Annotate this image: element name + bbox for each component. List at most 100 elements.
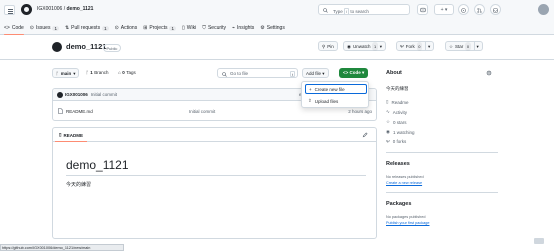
menu-item-create-new-file[interactable]: + Create new file [305, 84, 367, 94]
chevron-down-icon: ▾ [444, 7, 448, 13]
chevron-down-icon: ▾ [362, 70, 365, 75]
tab-settings-label: Settings [266, 25, 285, 31]
fork-button[interactable]: Ψ Fork 0 ▾ [396, 41, 435, 51]
create-release-link[interactable]: Create a new release [386, 181, 422, 185]
file-date: 2 hours ago [348, 108, 372, 114]
tab-projects-label: Projects [149, 25, 168, 31]
book-icon: ▯ [386, 99, 389, 104]
breadcrumb-owner[interactable]: IGX001006 [37, 6, 62, 12]
tab-insights-label: Insights [237, 25, 255, 31]
header-divider [0, 59, 554, 60]
file-name[interactable]: README.md [66, 109, 93, 114]
issues-button[interactable] [458, 4, 469, 15]
pulse-icon: ∿ [386, 109, 390, 114]
sidebar-item-activity[interactable]: ∿ Activity [386, 109, 407, 115]
code-button[interactable]: <> Code ▾ [339, 68, 369, 78]
file-commit-message[interactable]: Initial commit [189, 109, 215, 114]
readme-box: ▯ README demo_1121 今天的練習 [52, 127, 377, 239]
branch-selector[interactable]: ᚴ main ▾ [52, 68, 80, 78]
branches-count: 1 [90, 70, 93, 75]
eye-icon: ◉ [347, 43, 351, 49]
readme-header: ▯ README [53, 128, 376, 143]
inbox-button[interactable] [490, 4, 501, 15]
tab-projects-count: 1 [169, 25, 176, 31]
readme-body: 今天的練習 [66, 182, 92, 188]
tab-wiki-label: Wiki [186, 25, 197, 31]
user-avatar[interactable] [538, 4, 549, 15]
chevron-down-icon: ▾ [379, 43, 382, 49]
visibility-badge: Public [103, 44, 121, 52]
code-button-label: Code [349, 70, 361, 75]
commit-author[interactable]: IGX001006 [65, 92, 88, 97]
tab-security-label: Security [207, 25, 227, 31]
repo-owner-avatar[interactable] [52, 42, 62, 52]
git-pull-request-icon [477, 7, 482, 13]
star-button[interactable]: ☆ Star 0 ▾ [445, 41, 483, 51]
pin-label: Pin [327, 43, 334, 49]
pin-button[interactable]: ⚲ Pin [318, 41, 338, 51]
readme-tab[interactable]: ▯ README [55, 132, 87, 143]
tab-insights[interactable]: ⌁ Insights [232, 22, 254, 34]
menu-item-label: Create new file [314, 86, 345, 92]
repo-description: 今天的練習 [386, 86, 409, 91]
branches-link[interactable]: ᚴ 1 Branch [86, 70, 108, 75]
feedback-icon[interactable] [534, 238, 544, 244]
book-icon: ▯ [181, 25, 185, 31]
search-input[interactable]: Type / to search [318, 4, 410, 15]
github-logo-icon[interactable] [21, 4, 32, 15]
menu-icon[interactable] [4, 5, 15, 15]
releases-title[interactable]: Releases [386, 161, 410, 167]
sidebar-item-watching[interactable]: ◉ 1 watching [386, 129, 414, 135]
publish-package-link[interactable]: Publish your first package [386, 221, 429, 225]
breadcrumb: IGX001006 / demo_1121 [37, 6, 93, 12]
search-icon [323, 7, 328, 13]
tab-settings[interactable]: ⚙ Settings [260, 22, 285, 34]
tab-projects[interactable]: ⊞ Projects 1 [143, 22, 176, 34]
tab-issues-label: Issues [36, 25, 51, 31]
breadcrumb-separator: / [63, 6, 66, 12]
sidebar-item-stars[interactable]: ☆ 0 stars [386, 119, 407, 125]
global-header: IGX001006 / demo_1121 Type / to search +… [0, 0, 554, 35]
search-icon [222, 71, 227, 77]
commit-message[interactable]: Initial commit [91, 92, 117, 97]
menu-item-upload-files[interactable]: ⇪ Upload files [305, 96, 367, 106]
packages-title[interactable]: Packages [386, 201, 411, 207]
unwatch-button[interactable]: ◉ Unwatch 1 ▾ [343, 41, 386, 51]
about-title: About [386, 70, 402, 76]
star-label: Star [455, 43, 464, 49]
repo-title[interactable]: demo_1121 [66, 42, 106, 51]
table-icon: ⊞ [143, 25, 148, 31]
plus-icon: + [440, 7, 444, 13]
upload-icon: ⇪ [308, 98, 312, 103]
sidebar-item-readme[interactable]: ▯ Readme [386, 99, 409, 105]
eye-icon: ◉ [386, 129, 390, 134]
tab-wiki[interactable]: ▯ Wiki [182, 22, 196, 34]
chevron-down-icon: ▾ [73, 70, 76, 76]
tab-code[interactable]: <> Code [4, 22, 24, 35]
star-icon: ☆ [386, 119, 391, 124]
inbox-icon [493, 7, 498, 13]
pencil-icon[interactable] [362, 132, 368, 138]
pull-requests-button[interactable] [474, 4, 485, 15]
packages-empty-text: No packages published [386, 215, 426, 219]
commit-author-avatar[interactable] [57, 91, 63, 98]
go-to-file-input[interactable]: Go to file t [217, 68, 298, 78]
create-new-button[interactable]: + ▾ [434, 4, 454, 15]
pin-icon: ⚲ [322, 43, 326, 49]
star-icon: ☆ [449, 43, 454, 49]
watch-count: 1 [372, 41, 378, 51]
git-pull-request-icon: ⇅ [64, 25, 70, 31]
breadcrumb-repo[interactable]: demo_1121 [66, 6, 93, 12]
fork-label: Fork [405, 43, 415, 49]
tab-code-label: Code [11, 25, 24, 31]
add-file-button[interactable]: Add file ▾ [302, 68, 329, 78]
tab-actions[interactable]: ⊙ Actions [115, 22, 138, 34]
tags-link[interactable]: ⌂ 0 Tags [118, 70, 136, 75]
sidebar-item-forks[interactable]: Ψ 0 forks [386, 139, 406, 144]
gear-icon[interactable] [486, 70, 492, 76]
tab-pull-requests[interactable]: ⇅ Pull requests 1 [65, 22, 109, 34]
copilot-button[interactable] [417, 4, 428, 15]
tab-security[interactable]: ⛉ Security [202, 22, 226, 34]
tab-issues[interactable]: ⊙ Issues 1 [30, 22, 59, 34]
chevron-down-icon: ▾ [476, 43, 479, 49]
